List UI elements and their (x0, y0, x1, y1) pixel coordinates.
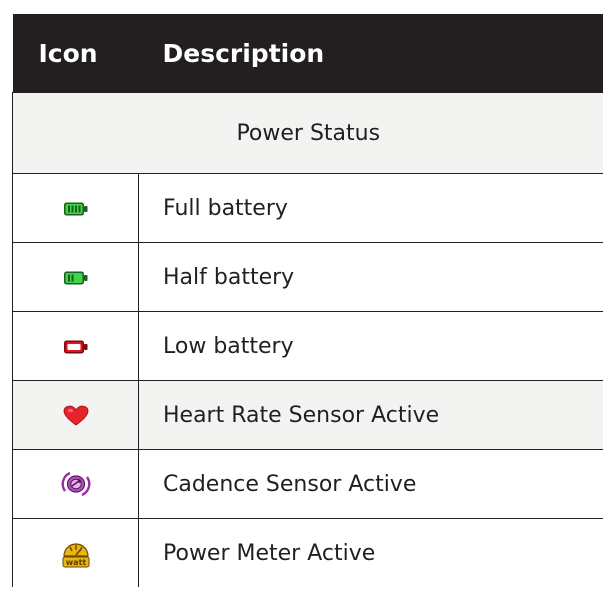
row-description: Half battery (138, 242, 603, 312)
header-row: Icon Description (12, 14, 603, 93)
icon-table: Icon Description Power Status Full batte… (12, 14, 603, 587)
section-title: Power Status (12, 92, 603, 174)
table-row: Full battery (12, 173, 603, 243)
svg-text:watt: watt (65, 558, 86, 567)
half-battery-icon (63, 271, 87, 284)
cadence-sensor-icon (61, 471, 90, 497)
low-battery-icon (63, 340, 87, 353)
icon-cell (12, 311, 139, 381)
icon-cell (12, 449, 139, 519)
full-battery-icon (63, 202, 87, 215)
description-column-header: Description (138, 14, 603, 93)
icon-column-header: Icon (12, 14, 139, 93)
row-description: Cadence Sensor Active (138, 449, 603, 519)
table-row: Heart Rate Sensor Active (12, 380, 603, 450)
icon-cell (12, 242, 139, 312)
icon-cell: watt (12, 518, 139, 587)
section-row: Power Status (12, 92, 603, 174)
row-description: Power Meter Active (138, 518, 603, 587)
table-row: Low battery (12, 311, 603, 381)
table-row: watt Power Meter Active (12, 518, 603, 587)
row-description: Heart Rate Sensor Active (138, 380, 603, 450)
icon-cell (12, 173, 139, 243)
power-meter-icon: watt (62, 543, 89, 568)
heart-icon (63, 405, 88, 425)
icon-cell (12, 380, 139, 450)
row-description: Full battery (138, 173, 603, 243)
table-row: Half battery (12, 242, 603, 312)
table-row: Cadence Sensor Active (12, 449, 603, 519)
row-description: Low battery (138, 311, 603, 381)
